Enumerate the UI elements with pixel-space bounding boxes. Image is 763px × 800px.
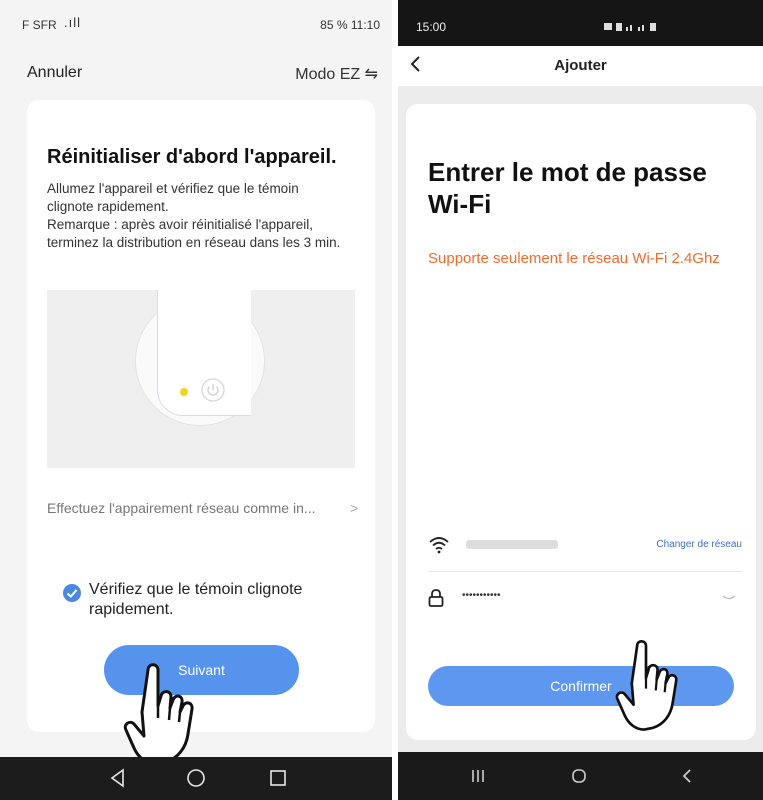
cancel-button[interactable]: Annuler — [27, 64, 82, 82]
status-bar: 15:00 — [398, 0, 763, 46]
eye-closed-icon[interactable] — [722, 594, 736, 602]
pairing-help-link[interactable]: Effectuez l'appairement réseau comme in.… — [47, 500, 358, 516]
device-illustration — [47, 290, 355, 468]
page-header-title: Ajouter — [554, 57, 607, 74]
back-chevron-icon[interactable] — [677, 766, 697, 786]
wifi-warning: Supporte seulement le réseau Wi-Fi 2.4Gh… — [428, 250, 720, 267]
reset-instructions-card: Réinitialiser d'abord l'appareil. Allume… — [27, 100, 375, 732]
status-time: 15:00 — [416, 20, 447, 34]
top-bar: Ajouter — [398, 46, 763, 86]
wifi-icon — [429, 537, 449, 554]
top-bar: Annuler Modo EZ ⇋ — [0, 56, 392, 92]
home-circle-icon[interactable] — [569, 766, 589, 786]
carrier-label: F SFR — [22, 18, 57, 32]
status-bar: F SFR .ıll 85 % 11:10 — [0, 0, 392, 48]
android-nav-bar — [398, 752, 763, 800]
indicator-led — [180, 388, 188, 396]
pointing-hand-icon — [615, 640, 678, 731]
chevron-right-icon: > — [350, 500, 359, 516]
android-nav-bar — [0, 757, 392, 800]
recents-square-icon[interactable] — [266, 766, 290, 790]
change-network-link[interactable]: Changer de réseau — [656, 539, 742, 550]
power-icon — [201, 378, 225, 402]
mode-ez-button[interactable]: Modo EZ ⇋ — [295, 64, 378, 84]
instructions-text: Allumez l'appareil et vérifiez que le té… — [47, 181, 341, 250]
signal-icon: .ıll — [64, 15, 81, 30]
page-title: Entrer le mot de passe Wi-Fi — [428, 157, 707, 219]
pointing-hand-icon — [123, 663, 194, 766]
confirm-checkbox-label: Vérifiez que le témoin clignote rapideme… — [89, 581, 303, 618]
check-icon — [63, 584, 81, 602]
password-value: ••••••••••• — [462, 590, 501, 601]
back-triangle-icon[interactable] — [106, 766, 130, 790]
lock-icon — [428, 589, 444, 607]
left-phone-screen: F SFR .ıll 85 % 11:10 Annuler Modo EZ ⇋ … — [0, 0, 392, 800]
battery-and-time: 85 % 11:10 — [320, 18, 380, 32]
right-phone-screen: 15:00 Ajouter Entrer le mot de passe Wi-… — [398, 0, 763, 800]
password-field[interactable]: ••••••••••• — [428, 588, 742, 618]
home-circle-icon[interactable] — [184, 766, 208, 790]
page-title: Réinitialiser d'abord l'appareil. — [47, 146, 337, 168]
status-icons — [604, 23, 656, 31]
pairing-help-label: Effectuez l'appairement réseau comme in.… — [47, 500, 316, 516]
network-name-blurred — [466, 540, 558, 549]
wifi-network-row: Changer de réseau — [428, 532, 742, 572]
wifi-password-card: Entrer le mot de passe Wi-Fi Supporte se… — [406, 104, 756, 740]
recents-lines-icon[interactable] — [468, 766, 488, 786]
